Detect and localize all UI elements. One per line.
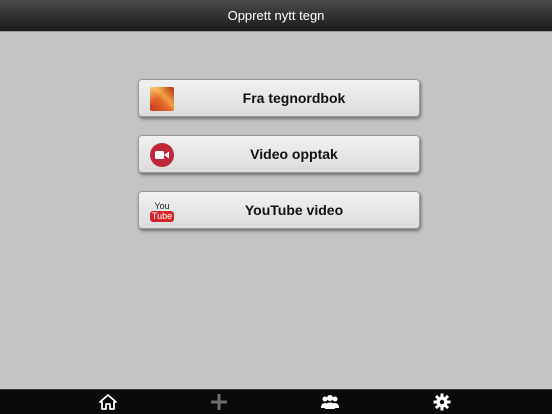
gear-icon [433, 393, 451, 411]
tab-home[interactable] [97, 392, 119, 412]
tab-groups[interactable] [319, 392, 341, 412]
plus-icon [211, 394, 227, 410]
title-bar: Opprett nytt tegn [0, 0, 552, 32]
main-content: Fra tegnordbok Video opptak You Tube You… [0, 32, 552, 389]
youtube-video-label: YouTube video [244, 202, 344, 218]
group-icon [321, 395, 339, 409]
youtube-logo-icon: You Tube [149, 200, 175, 222]
from-dictionary-label: Fra tegnordbok [242, 90, 346, 106]
page-title: Opprett nytt tegn [227, 8, 325, 23]
dictionary-image-icon [150, 87, 174, 111]
video-recording-button[interactable]: Video opptak [138, 135, 420, 173]
video-recording-label: Video opptak [250, 146, 338, 162]
home-icon [99, 394, 117, 410]
video-camera-icon [150, 143, 174, 167]
tab-settings[interactable] [431, 392, 453, 412]
tab-add[interactable] [208, 392, 230, 412]
from-dictionary-button[interactable]: Fra tegnordbok [138, 79, 420, 117]
youtube-video-button[interactable]: You Tube YouTube video [138, 191, 420, 229]
tab-bar [0, 389, 552, 414]
